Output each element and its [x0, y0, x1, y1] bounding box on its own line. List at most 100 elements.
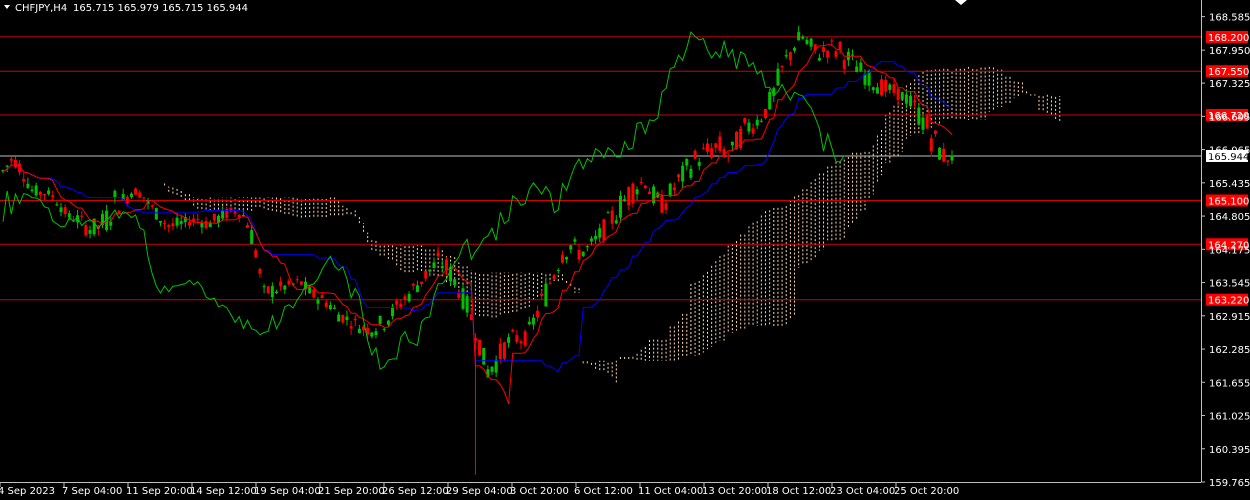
candle-body: [254, 250, 258, 258]
price-tick-label: 167.950: [1209, 46, 1250, 57]
candle-body: [639, 182, 643, 184]
candle-body: [424, 270, 428, 279]
candle-body: [407, 293, 411, 302]
candle-body: [357, 328, 361, 333]
candle-body: [246, 225, 250, 228]
candle-body: [536, 310, 540, 317]
candle-body: [859, 62, 863, 72]
candle-body: [436, 252, 440, 257]
candle-body: [871, 87, 875, 91]
candle-body: [415, 285, 419, 293]
candle-body: [780, 65, 784, 68]
candle-body: [523, 331, 527, 346]
candle-body: [80, 215, 84, 217]
candle-body: [312, 289, 316, 298]
candle-body: [411, 283, 415, 286]
candle-body: [453, 279, 457, 286]
candle-body: [714, 143, 718, 148]
candle-body: [258, 268, 262, 274]
price-tick-label: 161.655: [1209, 378, 1250, 389]
price-tick-label: 167.325: [1209, 79, 1250, 90]
candle-body: [751, 128, 755, 134]
time-tick-label: 7 Sep 04:00: [62, 486, 122, 497]
candle-body: [279, 281, 283, 287]
candle-body: [175, 217, 179, 226]
candle-body: [47, 190, 51, 195]
candle-body: [55, 204, 59, 206]
candle-body: [320, 295, 324, 299]
level-label: 167.550: [1208, 67, 1249, 78]
price-chart[interactable]: 168.200167.550166.720165.100164.270163.2…: [0, 0, 1250, 500]
price-tick-label: 163.545: [1209, 279, 1250, 290]
candle-body: [635, 189, 639, 195]
candle-body: [801, 36, 805, 39]
candle-body: [556, 269, 560, 271]
price-tick-label: 164.175: [1209, 245, 1250, 256]
candle-body: [730, 141, 734, 146]
price-tick-label: 159.765: [1209, 478, 1250, 489]
candle-body: [938, 147, 942, 160]
time-tick-label: 3 Oct 20:00: [510, 486, 569, 497]
candle-body: [647, 191, 651, 195]
price-tick-label: 160.395: [1209, 445, 1250, 456]
candle-body: [370, 332, 374, 337]
time-tick-label: 4 Sep 2023: [0, 486, 55, 497]
time-tick-label: 6 Oct 12:00: [574, 486, 633, 497]
candle-body: [349, 326, 353, 329]
candle-body: [909, 95, 913, 107]
candle-body: [805, 39, 809, 44]
candle-body: [113, 190, 117, 198]
candle-body: [179, 221, 183, 224]
candle-body: [946, 160, 950, 162]
candle-body: [26, 183, 30, 188]
price-tick-label: 161.025: [1209, 412, 1250, 423]
candle-body: [610, 210, 614, 224]
candle-body: [548, 282, 552, 284]
candle-body: [594, 235, 598, 240]
candle-body: [134, 188, 138, 195]
candle-body: [341, 315, 345, 323]
candle-body: [34, 185, 38, 196]
candle-body: [573, 239, 577, 242]
candle-body: [129, 193, 133, 197]
candle-body: [560, 255, 564, 263]
time-tick-label: 13 Oct 20:00: [702, 486, 767, 497]
level-label: 165.100: [1208, 197, 1249, 208]
candle-body: [515, 335, 519, 342]
candle-body: [432, 262, 436, 269]
candle-body: [540, 293, 544, 296]
symbol-label: CHFJPY,H4: [15, 3, 67, 14]
candle-body: [221, 209, 225, 219]
candle-body: [328, 305, 332, 310]
candle-body: [743, 117, 747, 124]
candle-body: [138, 192, 142, 198]
candle-body: [701, 147, 705, 149]
candle-body: [834, 51, 838, 57]
candle-body: [933, 130, 937, 134]
candle-body: [689, 168, 693, 178]
level-label: 163.220: [1208, 296, 1249, 307]
candle-body: [38, 191, 42, 195]
candle-body: [693, 150, 697, 159]
candle-body: [233, 211, 237, 214]
candle-body: [283, 285, 287, 290]
candle-body: [569, 245, 573, 250]
candle-body: [705, 143, 709, 152]
candle-body: [589, 238, 593, 242]
candle-body: [51, 195, 55, 198]
time-tick-label: 25 Oct 20:00: [894, 486, 959, 497]
candle-body: [142, 197, 146, 199]
time-tick-label: 21 Sep 20:00: [318, 486, 385, 497]
candle-body: [241, 214, 245, 216]
price-tick-label: 164.805: [1209, 212, 1250, 223]
candle-body: [585, 246, 589, 248]
candle-body: [618, 195, 622, 218]
candle-body: [275, 291, 279, 293]
candle-body: [759, 120, 763, 122]
candle-body: [755, 119, 759, 126]
ohlc-values: 165.715 165.979 165.715 165.944: [73, 3, 248, 14]
candle-body: [602, 219, 606, 241]
candle-body: [614, 220, 618, 224]
candle-body: [552, 275, 556, 279]
candle-body: [842, 60, 846, 69]
